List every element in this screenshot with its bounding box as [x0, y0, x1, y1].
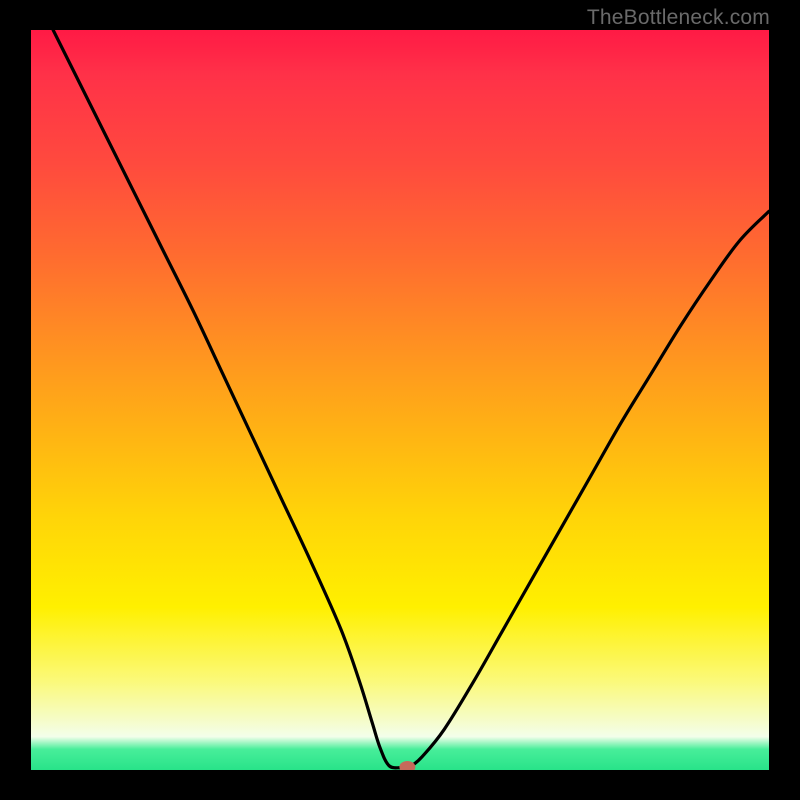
valley-marker: [399, 761, 415, 770]
chart-container: TheBottleneck.com: [0, 0, 800, 800]
curve-layer: [31, 30, 769, 770]
watermark-text: TheBottleneck.com: [587, 6, 770, 30]
curve-left-branch: [53, 30, 400, 768]
plot-area: [31, 30, 769, 770]
curve-group: [53, 30, 769, 770]
curve-right-branch: [411, 211, 769, 766]
